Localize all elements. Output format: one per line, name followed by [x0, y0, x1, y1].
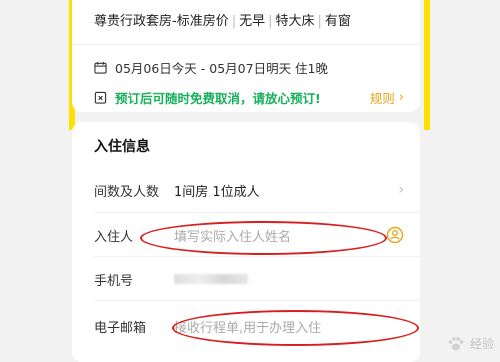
email-label: 电子邮箱: [94, 320, 147, 336]
room-tag-breakfast: 无早: [239, 14, 266, 29]
phone-input-blurred[interactable]: [174, 274, 248, 284]
room-tag-bed: 特大床: [275, 14, 315, 29]
chevron-right-icon: ›: [398, 90, 404, 105]
divider: [94, 256, 420, 257]
section-title: 入住信息: [94, 139, 150, 155]
cancel-policy-text: 预订后可随时免费取消，请放心预订!: [115, 91, 321, 106]
room-name: 尊贵行政套房-标准房价: [94, 14, 229, 29]
rooms-guests-value: 1间房 1位成人: [174, 184, 260, 200]
contact-book-icon[interactable]: [386, 226, 404, 244]
cancel-policy-icon: [94, 91, 107, 104]
rooms-guests-label: 间数及人数: [94, 184, 160, 200]
annotation-circle-guest-name: [140, 221, 387, 255]
divider: [94, 212, 420, 213]
rules-label: 规则: [369, 91, 395, 106]
phone-label: 手机号: [94, 273, 134, 289]
watermark: 经验: [446, 335, 494, 352]
booking-summary-card: 尊贵行政套房-标准房价 | 无早 | 特大床 | 有窗 05月06日今天 - 05月07日明…: [72, 0, 420, 112]
chevron-right-icon: ›: [398, 182, 404, 198]
paw-logo-icon: [448, 336, 464, 350]
calendar-icon: [94, 61, 107, 74]
stay-dates-row: 05月06日今天 - 05月07日明天 住1晚: [94, 58, 328, 77]
divider: [94, 300, 420, 301]
watermark-text: 经验: [469, 337, 494, 351]
divider: [72, 44, 420, 45]
yellow-side-accent-right: [424, 0, 430, 130]
rules-link[interactable]: 规则 ›: [370, 88, 404, 107]
annotation-circle-email: [172, 310, 419, 346]
room-description: 尊贵行政套房-标准房价 | 无早 | 特大床 | 有窗: [94, 14, 351, 29]
room-tag-window: 有窗: [324, 14, 351, 29]
phone-row: 手机号: [94, 269, 404, 289]
rooms-guests-row[interactable]: 间数及人数 1间房 1位成人 ›: [94, 180, 404, 200]
stay-dates-text: 05月06日今天 - 05月07日明天 住1晚: [115, 61, 329, 76]
cancel-policy-row[interactable]: 预订后可随时免费取消，请放心预订! 规则 ›: [94, 88, 404, 107]
